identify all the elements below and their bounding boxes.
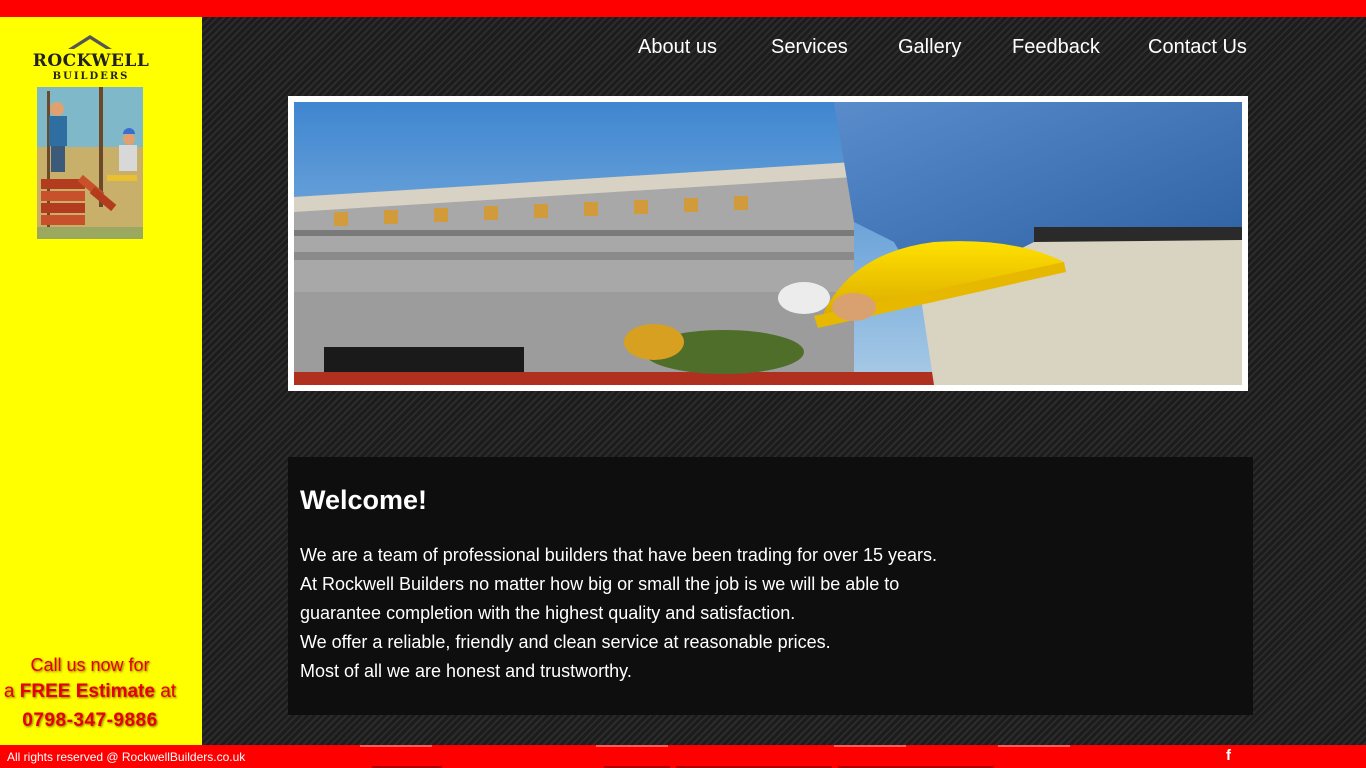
call-line-2: a FREE Estimate at <box>3 681 177 702</box>
nav-contact-us[interactable]: Contact Us <box>1148 36 1247 59</box>
call-line-1: Call us now for <box>30 655 150 675</box>
main-nav: About us Services Gallery Feedback Conta… <box>0 36 1366 66</box>
copyright-text: All rights reserved @ RockwellBuilders.c… <box>7 750 246 764</box>
welcome-line: guarantee completion with the highest qu… <box>300 603 796 623</box>
nav-feedback[interactable]: Feedback <box>1012 36 1100 59</box>
phone-number[interactable]: 0798-347-9886 <box>0 707 180 735</box>
welcome-line: We are a team of professional builders t… <box>300 545 938 565</box>
welcome-line: We offer a reliable, friendly and clean … <box>300 632 831 652</box>
welcome-line: Most of all we are honest and trustworth… <box>300 661 632 681</box>
footer: All rights reserved @ RockwellBuilders.c… <box>0 745 1366 768</box>
free-estimate-text: FREE Estimate <box>19 681 155 702</box>
welcome-panel: Welcome! We are a team of professional b… <box>288 457 1253 715</box>
top-bar <box>0 0 1366 17</box>
builders-illustration <box>37 87 143 239</box>
welcome-heading: Welcome! <box>300 485 428 515</box>
sidebar: ROCKWELL BUILDERS Call us now for a FREE… <box>0 17 202 745</box>
nav-services[interactable]: Services <box>771 36 848 59</box>
hero-image <box>294 102 1242 385</box>
hero-banner <box>288 96 1248 391</box>
facebook-icon[interactable]: f <box>1226 747 1231 764</box>
nav-about-us[interactable]: About us <box>638 36 717 59</box>
welcome-text: We are a team of professional builders t… <box>300 541 1200 686</box>
logo-subtitle: BUILDERS <box>52 71 130 82</box>
welcome-line: At Rockwell Builders no matter how big o… <box>300 574 900 594</box>
nav-gallery[interactable]: Gallery <box>898 36 961 59</box>
call-to-action: Call us now for a FREE Estimate at 0798-… <box>0 653 180 735</box>
